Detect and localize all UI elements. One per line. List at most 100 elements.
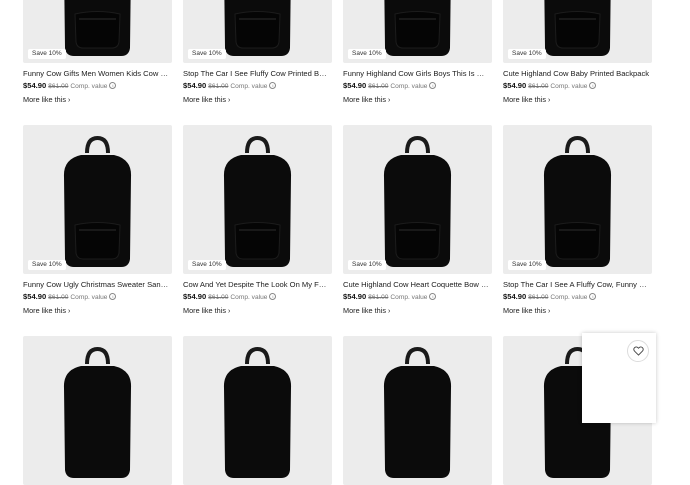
original-price: $61.00 xyxy=(368,83,389,90)
chevron-right-icon: › xyxy=(387,97,391,104)
more-like-this-label: More like this xyxy=(183,306,226,315)
product-card[interactable] xyxy=(23,336,172,485)
info-circle-icon[interactable]: i xyxy=(269,82,277,89)
comp-value-label: Comp. value xyxy=(390,83,428,90)
save-badge: Save 10% xyxy=(188,259,226,270)
price-line: $54.90 $61.00 Comp. value i xyxy=(23,80,172,92)
more-like-this-label: More like this xyxy=(343,306,386,315)
product-card[interactable]: Save 10% Stop The Car I See Fluffy Cow P… xyxy=(183,0,332,106)
sale-price: $54.90 xyxy=(503,292,527,301)
original-price: $61.00 xyxy=(368,294,389,301)
product-title[interactable]: Funny Highland Cow Girls Boys This Is My… xyxy=(343,69,490,79)
sale-price: $54.90 xyxy=(183,292,207,301)
product-image[interactable] xyxy=(183,336,332,485)
price-line: $54.90 $61.00 Comp. value i xyxy=(23,291,172,303)
chevron-right-icon: › xyxy=(387,308,391,315)
original-price: $61.00 xyxy=(48,83,69,90)
more-like-this-link[interactable]: More like this › xyxy=(503,306,652,317)
product-image[interactable]: Save 10% xyxy=(183,125,332,274)
product-image[interactable]: Save 10% xyxy=(23,125,172,274)
product-card[interactable]: Save 10% Cute Highland Cow Heart Coquett… xyxy=(343,125,492,317)
product-card[interactable]: Save 10% Cute Highland Cow Baby Printed … xyxy=(503,0,652,106)
wishlist-button[interactable] xyxy=(627,340,649,362)
more-like-this-link[interactable]: More like this › xyxy=(183,306,332,317)
product-card[interactable] xyxy=(183,336,332,485)
price-line: $54.90 $61.00 Comp. value i xyxy=(343,291,492,303)
original-price: $61.00 xyxy=(208,83,229,90)
product-image[interactable]: Save 10% xyxy=(343,125,492,274)
backpack-image xyxy=(223,135,292,267)
product-card[interactable]: Save 10% Stop The Car I See A Fluffy Cow… xyxy=(503,125,652,317)
product-title[interactable]: Stop The Car I See A Fluffy Cow, Funny B… xyxy=(503,280,650,290)
product-image[interactable] xyxy=(343,336,492,485)
product-card[interactable] xyxy=(343,336,492,485)
price-line: $54.90 $61.00 Comp. value i xyxy=(503,291,652,303)
product-image[interactable]: Save 10% xyxy=(503,125,652,274)
info-circle-icon[interactable]: i xyxy=(269,293,277,300)
sale-price: $54.90 xyxy=(23,292,47,301)
chevron-right-icon: › xyxy=(67,308,71,315)
more-like-this-link[interactable]: More like this › xyxy=(23,95,172,106)
save-badge: Save 10% xyxy=(508,48,546,59)
backpack-image xyxy=(543,135,612,267)
product-title[interactable]: Stop The Car I See Fluffy Cow Printed Ba… xyxy=(183,69,330,79)
original-price: $61.00 xyxy=(528,294,549,301)
price-line: $54.90 $61.00 Comp. value i xyxy=(183,80,332,92)
product-image[interactable]: Save 10% xyxy=(23,0,172,63)
product-image[interactable]: Save 10% xyxy=(183,0,332,63)
original-price: $61.00 xyxy=(48,294,69,301)
chevron-right-icon: › xyxy=(227,97,231,104)
backpack-image xyxy=(383,135,452,267)
price-line: $54.90 $61.00 Comp. value i xyxy=(503,80,652,92)
save-badge: Save 10% xyxy=(28,259,66,270)
product-card[interactable]: Save 10% Funny Cow Ugly Christmas Sweate… xyxy=(23,125,172,317)
backpack-image xyxy=(63,346,132,478)
more-like-this-link[interactable]: More like this › xyxy=(183,95,332,106)
info-circle-icon[interactable]: i xyxy=(109,82,117,89)
heart-outline-icon xyxy=(632,346,644,356)
info-circle-icon[interactable]: i xyxy=(589,293,597,300)
product-title[interactable]: Cute Highland Cow Heart Coquette Bow Bac… xyxy=(343,280,490,290)
more-like-this-link[interactable]: More like this › xyxy=(343,306,492,317)
backpack-image xyxy=(63,135,132,267)
price-line: $54.90 $61.00 Comp. value i xyxy=(183,291,332,303)
product-title[interactable]: Funny Cow Ugly Christmas Sweater Santa B… xyxy=(23,280,170,290)
sale-price: $54.90 xyxy=(503,81,527,90)
more-like-this-link[interactable]: More like this › xyxy=(23,306,172,317)
chevron-right-icon: › xyxy=(227,308,231,315)
comp-value-label: Comp. value xyxy=(230,294,268,301)
product-title[interactable]: Funny Cow Gifts Men Women Kids Cow Print… xyxy=(23,69,170,79)
more-like-this-link[interactable]: More like this › xyxy=(503,95,652,106)
comp-value-label: Comp. value xyxy=(230,83,268,90)
original-price: $61.00 xyxy=(208,294,229,301)
chevron-right-icon: › xyxy=(547,97,551,104)
more-like-this-label: More like this xyxy=(343,95,386,104)
comp-value-label: Comp. value xyxy=(390,294,428,301)
comp-value-label: Comp. value xyxy=(550,83,588,90)
product-title[interactable]: Cute Highland Cow Baby Printed Backpack xyxy=(503,69,650,79)
comp-value-label: Comp. value xyxy=(70,294,108,301)
info-circle-icon[interactable]: i xyxy=(109,293,117,300)
save-badge: Save 10% xyxy=(508,259,546,270)
more-like-this-label: More like this xyxy=(23,306,66,315)
more-like-this-link[interactable]: More like this › xyxy=(343,95,492,106)
sale-price: $54.90 xyxy=(183,81,207,90)
more-like-this-label: More like this xyxy=(503,95,546,104)
chevron-right-icon: › xyxy=(67,97,71,104)
info-circle-icon[interactable]: i xyxy=(589,82,597,89)
chevron-right-icon: › xyxy=(547,308,551,315)
original-price: $61.00 xyxy=(528,83,549,90)
info-circle-icon[interactable]: i xyxy=(429,82,437,89)
product-card[interactable]: Save 10% Funny Highland Cow Girls Boys T… xyxy=(343,0,492,106)
backpack-image xyxy=(383,346,452,478)
product-card[interactable]: Save 10% Cow And Yet Despite The Look On… xyxy=(183,125,332,317)
product-title[interactable]: Cow And Yet Despite The Look On My Face … xyxy=(183,280,330,290)
save-badge: Save 10% xyxy=(348,259,386,270)
product-image[interactable] xyxy=(23,336,172,485)
info-circle-icon[interactable]: i xyxy=(429,293,437,300)
more-like-this-label: More like this xyxy=(503,306,546,315)
product-card[interactable]: Save 10% Funny Cow Gifts Men Women Kids … xyxy=(23,0,172,106)
product-image[interactable]: Save 10% xyxy=(343,0,492,63)
product-image[interactable]: Save 10% xyxy=(503,0,652,63)
sale-price: $54.90 xyxy=(23,81,47,90)
